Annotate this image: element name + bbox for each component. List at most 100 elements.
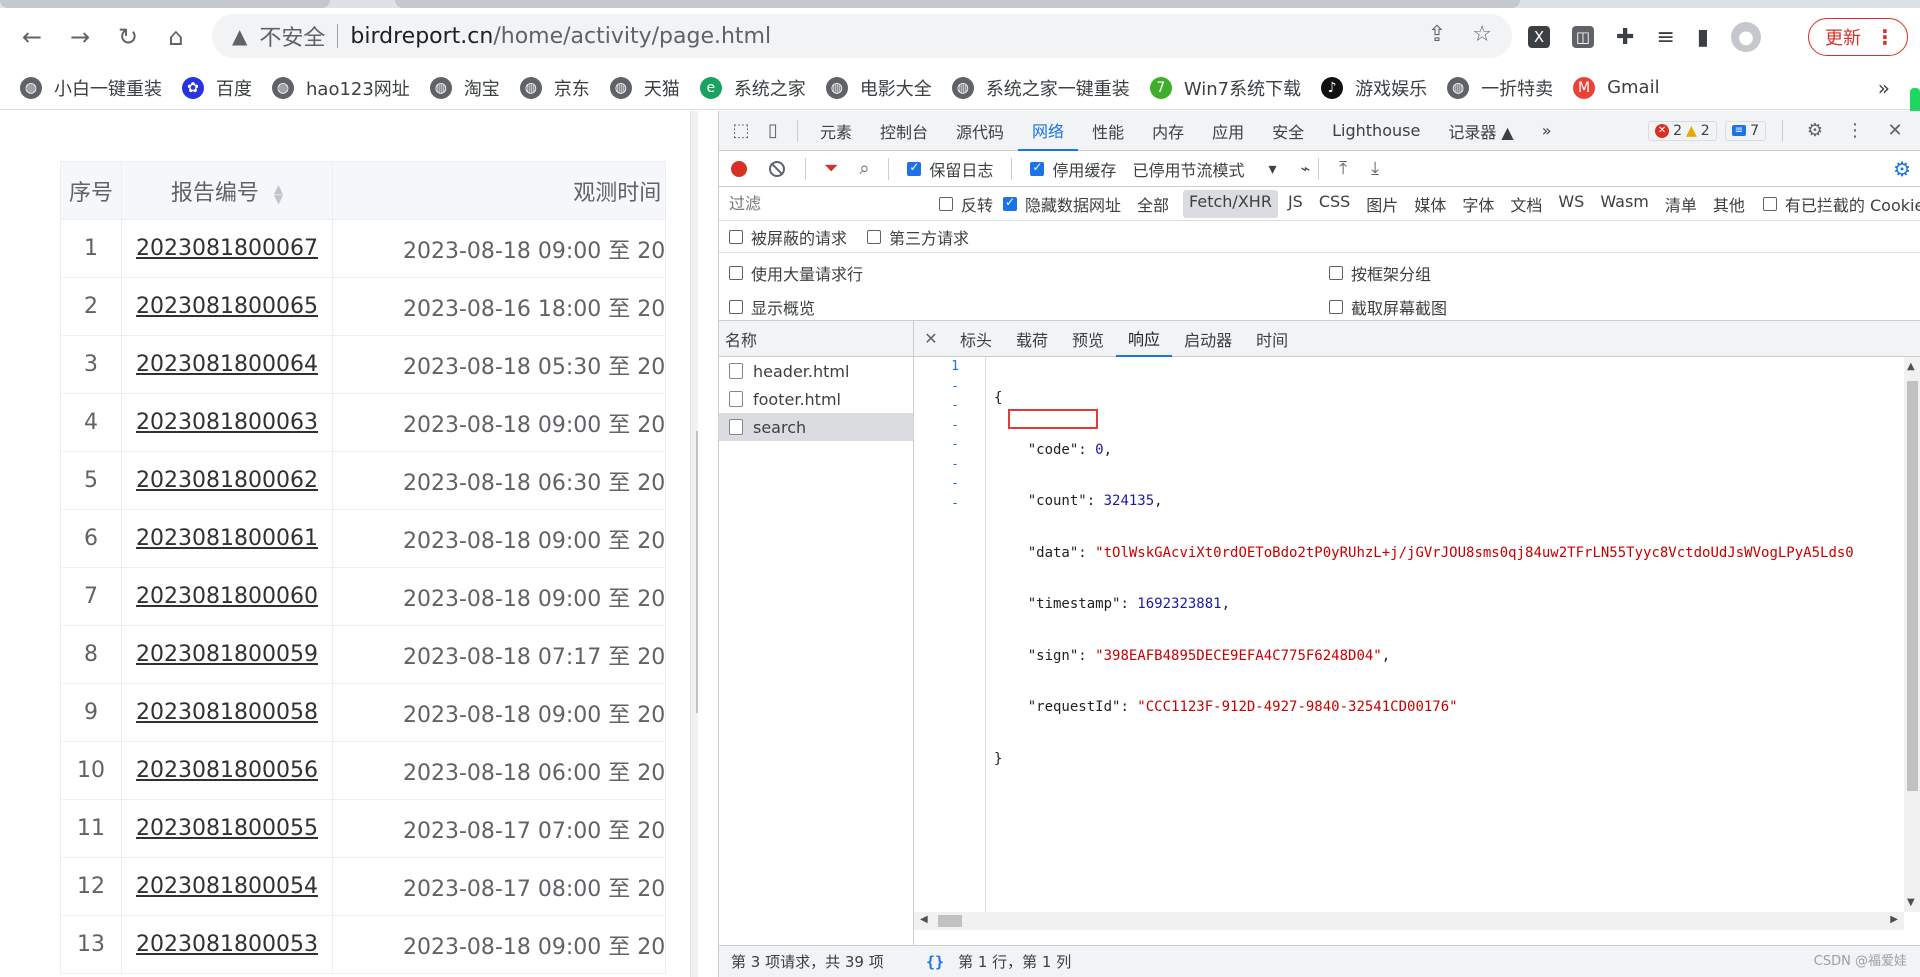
kebab-menu-icon[interactable]: ⋮ [1875,25,1895,49]
resource-type-filter[interactable]: 字体 [1456,190,1500,218]
checkbox-checked[interactable] [907,160,922,176]
report-no-link[interactable]: 2023081800060 [136,584,318,609]
report-no-link[interactable]: 2023081800053 [136,932,318,957]
resource-type-filter[interactable]: JS [1282,190,1309,218]
report-no-link[interactable]: 2023081800065 [136,294,318,319]
browser-tab-active[interactable] [395,0,1520,8]
devtools-menu-icon[interactable]: ⋮ [1839,115,1871,147]
bookmark-item[interactable]: ◍ 京东 [519,75,590,101]
import-har-icon[interactable]: ⤒ [1327,153,1359,185]
report-no-link[interactable]: 2023081800062 [136,468,318,493]
search-icon[interactable]: ⌕ [848,153,880,185]
devtools-tab[interactable]: 网络 [1018,111,1079,151]
checkbox-unchecked[interactable] [867,229,882,244]
network-settings-gear-icon[interactable]: ⚙ [1893,157,1911,181]
media-list-icon[interactable]: ≡ [1656,25,1674,50]
record-icon[interactable] [731,160,747,177]
bookmark-item[interactable]: ✿ 百度 [182,75,252,101]
side-panel-icon[interactable]: ▮ [1697,25,1709,50]
report-no-link[interactable]: 2023081800055 [136,816,318,841]
detail-tab[interactable]: 预览 [1060,321,1116,357]
detail-tab[interactable]: 载荷 [1004,321,1060,357]
devtools-tab[interactable]: 控制台 [866,111,942,151]
disable-cache-checkbox[interactable]: 停用缓存 [1030,157,1116,181]
preserve-log-checkbox[interactable]: 保留日志 [907,157,993,181]
home-button[interactable]: ⌂ [152,13,200,61]
detail-tab[interactable]: 响应 [1116,321,1173,357]
url-host[interactable]: birdreport.cn [350,24,493,49]
bookmark-item[interactable]: ◍ 电影大全 [825,75,932,101]
url-path[interactable]: /home/activity/page.html [493,24,771,49]
puzzle-icon[interactable]: ✚ [1616,25,1634,50]
devtools-tab[interactable]: 元素 [806,111,866,151]
devtools-tab[interactable]: Lighthouse [1318,111,1434,151]
bookmark-item[interactable]: M Gmail [1573,76,1660,99]
checkbox-unchecked[interactable] [729,229,743,244]
checkbox-checked[interactable] [1030,160,1045,176]
profile-avatar-icon[interactable]: ● [1730,22,1761,52]
bookmark-item[interactable]: 7 Win7系统下载 [1149,75,1301,101]
filter-input[interactable] [725,190,929,217]
pretty-print-icon[interactable]: {} [926,953,944,971]
bookmark-item[interactable]: e 系统之家 [699,75,806,101]
detail-tab[interactable]: 启动器 [1172,321,1244,357]
report-no-link[interactable]: 2023081800064 [136,352,318,377]
header-report-no[interactable]: 报告编号 ▲ ▼ [121,161,333,220]
sort-icon[interactable]: ▲ ▼ [274,183,283,205]
report-no-link[interactable]: 2023081800059 [136,642,318,667]
share-icon[interactable]: ⇪ [1428,22,1446,47]
bookmark-item[interactable]: ◍ 淘宝 [429,75,500,101]
devtools-tab[interactable]: 记录器 ▲ [1434,111,1527,151]
settings-gear-icon[interactable]: ⚙ [1799,115,1831,147]
issues-badge[interactable]: ✕ 2 ▲ 2 [1648,120,1717,141]
scroll-down-arrow-icon[interactable]: ▼ [1907,897,1915,908]
bookmark-item[interactable]: ◍ hao123网址 [272,75,410,101]
third-party-checkbox[interactable]: 第三方请求 [867,225,969,249]
report-no-link[interactable]: 2023081800061 [136,526,318,551]
throttling-select[interactable]: 已停用节流模式 ▾ ⌁ [1132,157,1310,181]
devtools-tab[interactable]: 源代码 [942,111,1018,151]
resource-type-filter[interactable]: 图片 [1360,190,1404,218]
resource-type-filter[interactable]: Fetch/XHR [1183,189,1278,218]
messages-badge[interactable]: ≡ 7 [1724,120,1766,141]
close-devtools-icon[interactable]: ✕ [1879,115,1911,147]
response-viewer[interactable]: 1 - - - - - - - { "code": 0, "count": 324135, "… [914,357,1904,912]
resource-type-filter[interactable]: WS [1552,190,1590,218]
report-no-link[interactable]: 2023081800054 [136,874,318,899]
reader-extension-icon[interactable]: ◫ [1572,26,1594,48]
report-no-link[interactable]: 2023081800058 [136,700,318,725]
checkbox-unchecked[interactable] [1329,300,1343,314]
report-no-link[interactable]: 2023081800056 [136,758,318,783]
group-by-frame-checkbox[interactable]: 按框架分组 [1329,261,1431,285]
security-label[interactable]: 不安全 [259,20,325,52]
back-button[interactable]: ← [8,13,56,61]
bookmark-item[interactable]: ♪ 游戏娱乐 [1321,75,1427,101]
address-bar[interactable]: ▲ 不安全 birdreport.cn /home/activity/page.… [212,14,1512,58]
capture-screenshots-checkbox[interactable]: 截取屏幕截图 [1329,295,1447,319]
resource-type-filter[interactable]: 清单 [1659,190,1703,218]
close-detail-icon[interactable]: ✕ [914,329,948,348]
resource-type-filter[interactable]: CSS [1313,190,1356,218]
bookmark-item[interactable]: ◍ 天猫 [609,75,680,101]
devtools-tab[interactable]: 安全 [1258,111,1318,151]
more-tabs-button[interactable]: » [1528,111,1566,151]
report-no-link[interactable]: 2023081800067 [136,236,318,261]
bookmarks-overflow-icon[interactable]: » [1878,76,1890,100]
filter-funnel-icon[interactable]: ⏷ [824,158,838,179]
export-har-icon[interactable]: ⤓ [1359,153,1391,185]
checkbox-unchecked[interactable] [1329,266,1343,280]
detail-tab[interactable]: 标头 [948,321,1004,357]
resource-type-filter[interactable]: 媒体 [1408,190,1452,218]
detail-tab[interactable]: 时间 [1244,321,1300,357]
checkbox-checked[interactable] [1003,195,1018,211]
devtools-tab[interactable]: 应用 [1198,111,1258,151]
bookmark-item[interactable]: ◍ 小白一键重装 [20,75,162,101]
resource-type-filter[interactable]: 文档 [1504,190,1548,218]
large-rows-checkbox[interactable]: 使用大量请求行 [729,261,863,285]
blocked-requests-checkbox[interactable]: 被屏蔽的请求 [729,225,847,249]
bookmark-item[interactable]: ◍ 一折特卖 [1447,75,1553,101]
request-row[interactable]: header.html [719,357,913,385]
device-toolbar-icon[interactable]: ▯ [757,115,789,147]
checkbox-unchecked[interactable] [939,196,953,211]
vertical-scrollbar-thumb[interactable] [1907,381,1918,791]
